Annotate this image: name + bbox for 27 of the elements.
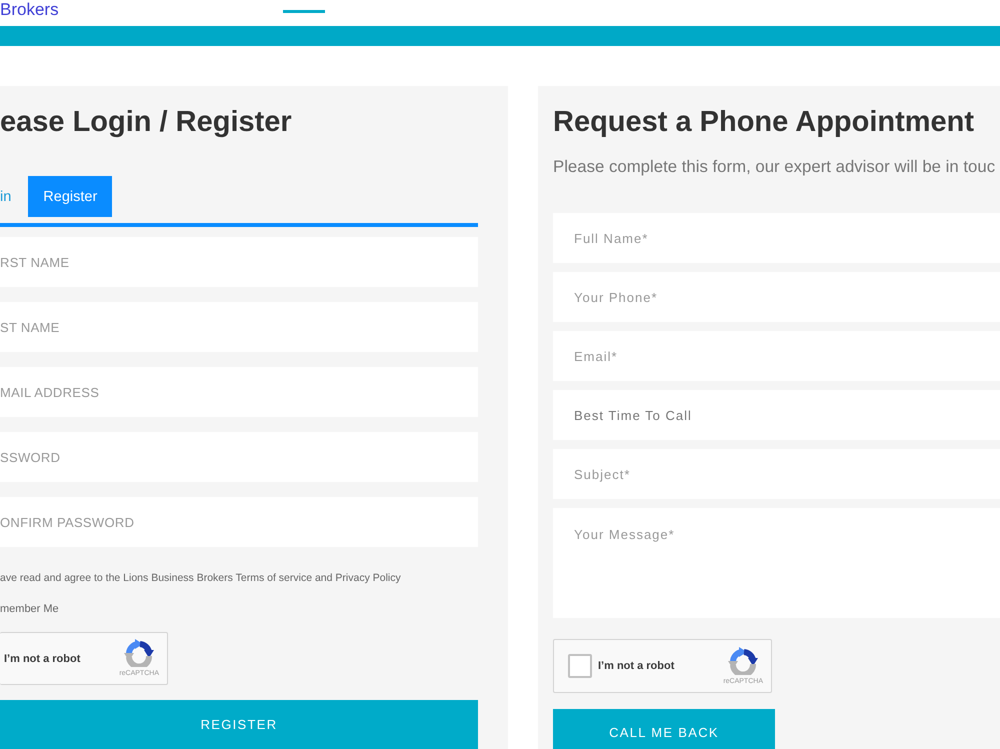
call-back-button[interactable]: CALL ME BACK <box>553 709 775 749</box>
input-field[interactable]: RST NAME <box>0 237 478 287</box>
select-field[interactable]: Best Time To Call <box>553 390 1000 440</box>
circular-arrows-icon <box>123 639 156 667</box>
input-field[interactable]: Your Phone* <box>553 272 1000 322</box>
input-field[interactable]: SSWORD <box>0 432 478 482</box>
tab[interactable]: Register <box>28 176 112 217</box>
brand-text[interactable]: Brokers <box>0 0 59 20</box>
intro-text: Please complete this form, our expert advisor will be in touc <box>553 156 996 178</box>
input-field[interactable]: Email* <box>553 331 1000 381</box>
section-heading: Request a Phone Appointment <box>553 105 974 139</box>
nav-underline <box>282 10 325 13</box>
captcha-label: I’m not a robot <box>4 652 80 664</box>
input-field[interactable]: Full Name* <box>553 213 1000 263</box>
message-field[interactable]: Your Message* <box>553 508 1000 618</box>
terms-text: ave read and agree to the Lions Business Brokers Terms of service and Privacy Policy <box>0 571 401 586</box>
remember-me-label: member Me <box>0 602 59 617</box>
input-field[interactable]: Subject* <box>553 449 1000 499</box>
circular-arrows-icon <box>727 646 760 674</box>
captcha-label: I’m not a robot <box>598 660 674 672</box>
register-button[interactable]: REGISTER <box>0 700 478 749</box>
tab[interactable]: in <box>0 176 26 217</box>
captcha-checkbox[interactable] <box>568 654 592 678</box>
input-field[interactable]: ONFIRM PASSWORD <box>0 497 478 547</box>
input-field[interactable]: ST NAME <box>0 302 478 352</box>
input-field[interactable]: MAIL ADDRESS <box>0 367 478 417</box>
section-heading: ease Login / Register <box>0 105 292 139</box>
